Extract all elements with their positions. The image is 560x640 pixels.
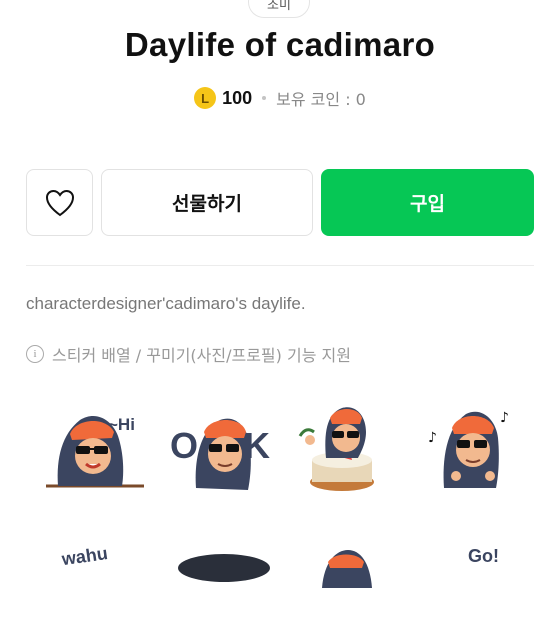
sticker-ok[interactable]: O K (166, 398, 278, 510)
like-button[interactable] (26, 169, 93, 236)
category-chip[interactable]: 조미 (248, 0, 310, 18)
sticker-description: characterdesigner'cadimaro's daylife. (26, 294, 306, 313)
sticker-hi-text: ~Hi (108, 415, 135, 434)
category-chip-label: 조미 (267, 0, 291, 13)
buy-button[interactable]: 구입 (321, 169, 534, 236)
sticker-music[interactable]: ♪ ♪ (416, 398, 528, 510)
svg-text:♪: ♪ (428, 430, 437, 446)
sticker-go-text: Go! (468, 546, 499, 566)
sticker-go[interactable]: Go! (416, 528, 528, 640)
gift-button[interactable]: 선물하기 (101, 169, 313, 236)
sticker-hi[interactable]: ~Hi (36, 398, 148, 510)
sticker-ok-text-left: O (170, 425, 198, 466)
price-amount: 100 (222, 87, 253, 108)
owned-coins: 보유 코인 : 0 (276, 90, 366, 109)
sticker-dark[interactable] (166, 528, 278, 640)
coin-icon: L (194, 87, 217, 109)
gift-button-label: 선물하기 (172, 193, 242, 215)
page-title: Daylife of cadimaro (124, 26, 436, 63)
divider (26, 265, 534, 266)
action-buttons: 선물하기 구입 (26, 169, 534, 236)
sticker-wahu-text: wahu (60, 543, 109, 569)
heart-icon (45, 189, 74, 216)
info-icon[interactable]: i (26, 345, 44, 363)
buy-button-label: 구입 (410, 193, 445, 215)
sticker-cake[interactable] (286, 398, 398, 510)
sticker-hood[interactable] (286, 528, 398, 640)
separator-dot (262, 96, 267, 100)
feature-note-text: 스티커 배열 / 꾸미기(사진/프로필) 기능 지원 (52, 346, 351, 365)
feature-note: i 스티커 배열 / 꾸미기(사진/프로필) 기능 지원 (26, 342, 351, 366)
price-row: L 100 보유 코인 : 0 (0, 86, 560, 110)
svg-text:♪: ♪ (500, 410, 509, 426)
sticker-wahu[interactable]: wahu (36, 528, 148, 640)
